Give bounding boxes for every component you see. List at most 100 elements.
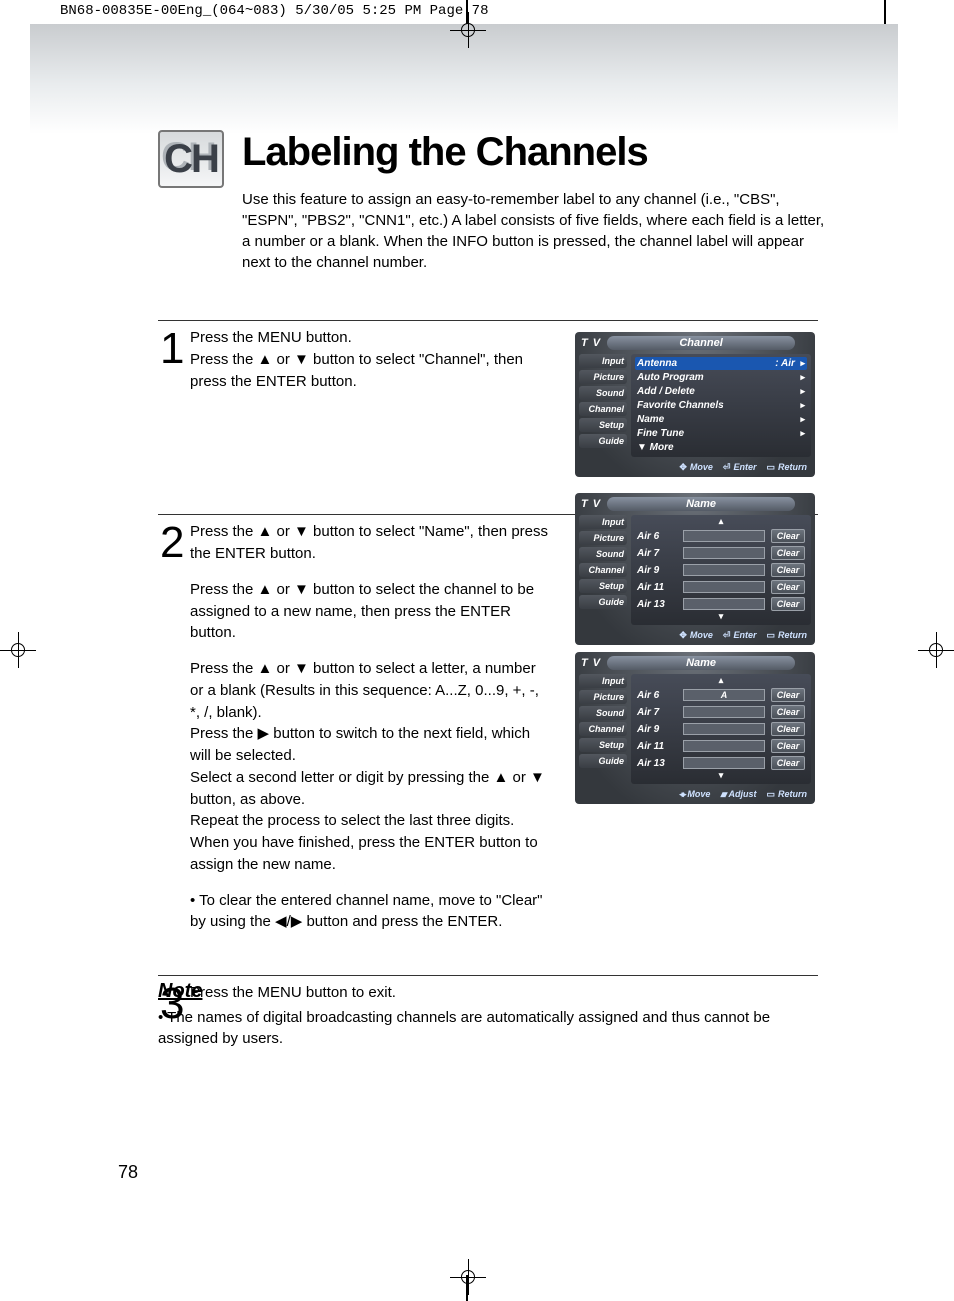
- osd-title: Name: [607, 497, 795, 511]
- return-icon: Return: [766, 462, 807, 473]
- channel-row[interactable]: Air 6Clear: [635, 528, 807, 544]
- step-text: Press the ▶ button to switch to the next…: [190, 725, 530, 764]
- step-text: Press the ▲ or ▼ button to select "Chann…: [190, 351, 523, 390]
- name-field[interactable]: [683, 706, 765, 718]
- chevron-right-icon: [800, 386, 805, 397]
- sidebar-item-guide[interactable]: Guide: [579, 595, 627, 609]
- chevron-up-icon: ▴: [635, 675, 807, 686]
- crop-mark-top-right: [884, 0, 886, 26]
- channel-row[interactable]: Air 7Clear: [635, 704, 807, 720]
- chevron-down-icon: ▾: [635, 770, 807, 781]
- step-text: Select a second letter or digit by press…: [190, 769, 545, 808]
- channel-row[interactable]: Air 9Clear: [635, 562, 807, 578]
- enter-icon: Enter: [723, 630, 757, 641]
- clear-button[interactable]: Clear: [771, 529, 805, 543]
- intro-text: Use this feature to assign an easy-to-re…: [242, 189, 832, 273]
- channel-row[interactable]: Air 13Clear: [635, 596, 807, 612]
- sidebar-item-sound[interactable]: Sound: [579, 706, 627, 720]
- title-row: CH CH Labeling the Channels Use this fea…: [158, 130, 832, 273]
- return-icon: Return: [766, 630, 807, 641]
- menu-row-antenna[interactable]: Antenna : Air: [635, 357, 807, 370]
- registration-mark-icon: [918, 632, 954, 668]
- name-field[interactable]: [683, 547, 765, 559]
- sidebar-item-sound[interactable]: Sound: [579, 547, 627, 561]
- osd-channel-menu: T V Channel Input Picture Sound Channel …: [575, 332, 815, 477]
- step-number: 1: [160, 329, 190, 392]
- osd-name-list: T V Name Input Picture Sound Channel Set…: [575, 493, 815, 645]
- note-body: The names of digital broadcasting channe…: [158, 1007, 818, 1049]
- name-field[interactable]: [683, 740, 765, 752]
- osd-tv-label: T V: [581, 657, 601, 669]
- sidebar-item-setup[interactable]: Setup: [579, 738, 627, 752]
- sidebar-item-input[interactable]: Input: [579, 515, 627, 529]
- sidebar-item-channel[interactable]: Channel: [579, 402, 627, 416]
- clear-button[interactable]: Clear: [771, 705, 805, 719]
- sidebar-item-setup[interactable]: Setup: [579, 579, 627, 593]
- adjust-icon: Adjust: [720, 789, 756, 800]
- sidebar-item-picture[interactable]: Picture: [579, 531, 627, 545]
- osd-main: Antenna : Air Auto Program Add / Delete …: [631, 354, 811, 457]
- osd-footer: Move Enter Return: [577, 459, 813, 475]
- sidebar-item-input[interactable]: Input: [579, 354, 627, 368]
- osd-sidebar: Input Picture Sound Channel Setup Guide: [579, 354, 627, 457]
- sidebar-item-sound[interactable]: Sound: [579, 386, 627, 400]
- note-heading: Note: [158, 980, 818, 1003]
- clear-button[interactable]: Clear: [771, 756, 805, 770]
- clear-button[interactable]: Clear: [771, 722, 805, 736]
- step-text: Press the ▲ or ▼ button to select the ch…: [190, 579, 550, 644]
- chevron-right-icon: [800, 372, 805, 383]
- clear-button[interactable]: Clear: [771, 739, 805, 753]
- menu-row-more[interactable]: ▼ More: [635, 441, 807, 454]
- osd-tv-label: T V: [581, 498, 601, 510]
- sidebar-item-input[interactable]: Input: [579, 674, 627, 688]
- menu-row-auto-program[interactable]: Auto Program: [635, 371, 807, 384]
- osd-title: Name: [607, 656, 795, 670]
- chevron-down-icon: ▾: [635, 611, 807, 622]
- chevron-right-icon: [800, 428, 805, 439]
- sidebar-item-setup[interactable]: Setup: [579, 418, 627, 432]
- page-number: 78: [118, 1162, 138, 1183]
- chevron-right-icon: [800, 414, 805, 425]
- clear-button[interactable]: Clear: [771, 597, 805, 611]
- menu-row-add-delete[interactable]: Add / Delete: [635, 385, 807, 398]
- clear-button[interactable]: Clear: [771, 546, 805, 560]
- move-lr-icon: Move: [679, 789, 710, 800]
- enter-icon: Enter: [723, 462, 757, 473]
- sidebar-item-guide[interactable]: Guide: [579, 754, 627, 768]
- registration-mark-icon: [450, 1259, 486, 1295]
- osd-title: Channel: [607, 336, 795, 350]
- sidebar-item-channel[interactable]: Channel: [579, 563, 627, 577]
- step-text: Press the ▲ or ▼ button to select a lett…: [190, 660, 539, 721]
- name-field[interactable]: [683, 564, 765, 576]
- menu-row-favorite[interactable]: Favorite Channels: [635, 399, 807, 412]
- channel-row[interactable]: Air 9Clear: [635, 721, 807, 737]
- registration-mark-icon: [450, 12, 486, 48]
- step-number: 2: [160, 523, 190, 933]
- clear-button[interactable]: Clear: [771, 688, 805, 702]
- channel-row[interactable]: Air 13Clear: [635, 755, 807, 771]
- clear-button[interactable]: Clear: [771, 563, 805, 577]
- sidebar-item-picture[interactable]: Picture: [579, 690, 627, 704]
- name-field-editing[interactable]: A: [683, 689, 765, 701]
- chevron-up-icon: ▴: [635, 516, 807, 527]
- chevron-right-icon: [800, 400, 805, 411]
- meta-text: BN68-00835E-00Eng_(064~083) 5/30/05 5:25…: [60, 3, 488, 19]
- name-field[interactable]: [683, 581, 765, 593]
- channel-row[interactable]: Air 11Clear: [635, 738, 807, 754]
- channel-row[interactable]: Air 7Clear: [635, 545, 807, 561]
- sidebar-item-picture[interactable]: Picture: [579, 370, 627, 384]
- menu-row-fine-tune[interactable]: Fine Tune: [635, 427, 807, 440]
- channel-row[interactable]: Air 6AClear: [635, 687, 807, 703]
- menu-row-name[interactable]: Name: [635, 413, 807, 426]
- name-field[interactable]: [683, 757, 765, 769]
- name-field[interactable]: [683, 530, 765, 542]
- clear-button[interactable]: Clear: [771, 580, 805, 594]
- osd-name-edit: T V Name Input Picture Sound Channel Set…: [575, 652, 815, 804]
- osd-tv-label: T V: [581, 337, 601, 349]
- sidebar-item-guide[interactable]: Guide: [579, 434, 627, 448]
- sidebar-item-channel[interactable]: Channel: [579, 722, 627, 736]
- step-text: Repeat the process to select the last th…: [190, 812, 538, 873]
- name-field[interactable]: [683, 723, 765, 735]
- channel-row[interactable]: Air 11Clear: [635, 579, 807, 595]
- name-field[interactable]: [683, 598, 765, 610]
